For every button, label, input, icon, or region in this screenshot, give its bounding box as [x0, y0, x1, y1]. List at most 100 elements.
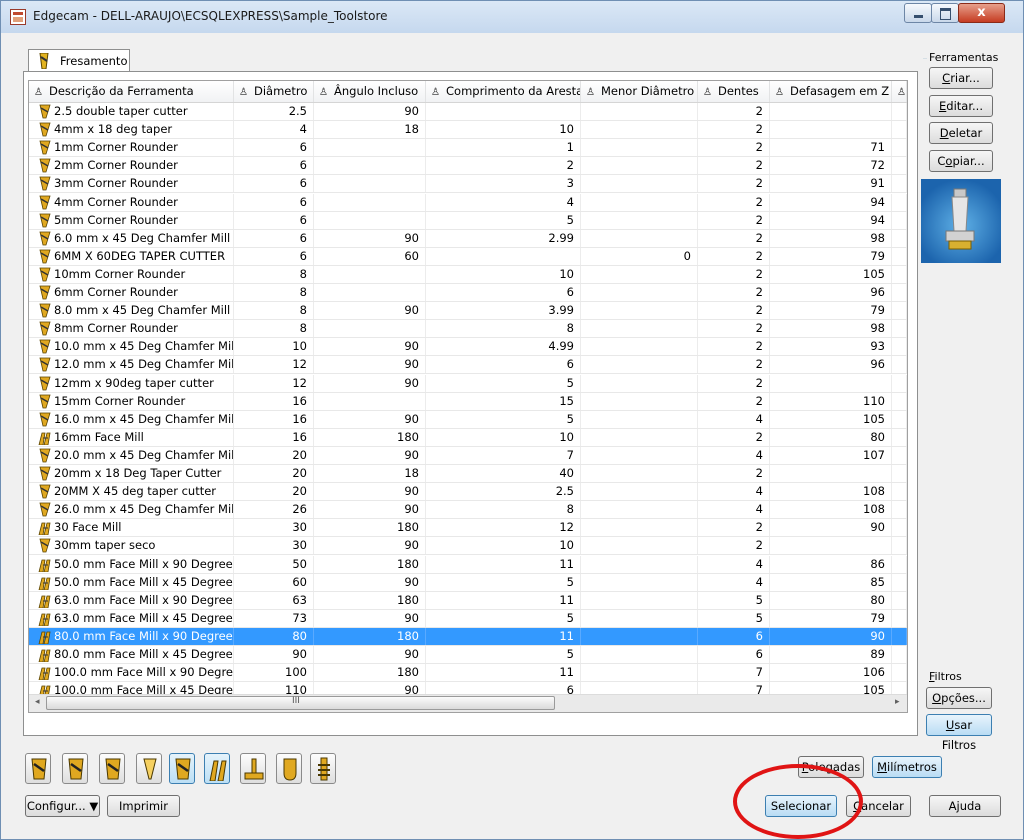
cell-z: [770, 374, 892, 392]
column-header-diameter[interactable]: ♙ Diâmetro: [234, 81, 314, 102]
cell-ang: 180: [314, 519, 426, 537]
tool-type-button[interactable]: [62, 753, 88, 784]
tab-fresamento[interactable]: Fresamento: [28, 49, 130, 71]
table-row[interactable]: 50.0 mm Face Mill x 90 Degree 50 180 11 4 86: [29, 555, 907, 574]
sort-icon: ♙: [431, 87, 440, 98]
tool-type-button[interactable]: [310, 753, 336, 784]
tool-type-button[interactable]: [25, 753, 51, 784]
table-row[interactable]: 3mm Corner Rounder 6 3 2 91: [29, 175, 907, 194]
configure-dropdown[interactable]: Configur... ▼: [25, 795, 100, 817]
table-row[interactable]: 5mm Corner Rounder 6 5 2 94: [29, 211, 907, 230]
title-bar[interactable]: Edgecam - DELL-ARAUJO\ECSQLEXPRESS\Sampl…: [1, 1, 1023, 33]
close-button[interactable]: x: [958, 3, 1005, 23]
table-row[interactable]: 4mm x 18 deg taper 4 18 10 2: [29, 121, 907, 140]
cell-diam: 8: [234, 265, 314, 283]
scroll-thumb[interactable]: III: [46, 696, 555, 710]
column-header-z-offset[interactable]: ♙ Defasagem em Z: [770, 81, 892, 102]
sort-icon: ♙: [703, 87, 712, 98]
table-row[interactable]: 30 Face Mill 30 180 12 2 90: [29, 519, 907, 538]
table-row[interactable]: 80.0 mm Face Mill x 45 Degree 90 90 5 6 89: [29, 646, 907, 664]
copy-button[interactable]: Copiar...: [929, 150, 993, 172]
tool-type-button[interactable]: [169, 753, 195, 784]
tool-table[interactable]: ♙ Descrição da Ferramenta ♙ Diâmetro ♙ Ângu…: [28, 80, 908, 713]
cell-comp: 6: [426, 356, 581, 374]
cell-menor: [581, 609, 698, 627]
column-header-edge-length[interactable]: ♙ Comprimento da Aresta: [426, 81, 581, 102]
table-row[interactable]: 30mm taper seco 30 90 10 2: [29, 537, 907, 556]
table-row[interactable]: 16mm Face Mill 16 180 10 2 80: [29, 428, 907, 447]
table-row[interactable]: 12.0 mm x 45 Deg Chamfer Mill 12 90 6 2 96: [29, 356, 907, 375]
table-row[interactable]: 63.0 mm Face Mill x 90 Degree 63 180 11 5 80: [29, 591, 907, 610]
tab-label: Fresamento: [60, 54, 128, 68]
table-row[interactable]: 10mm Corner Rounder 8 10 2 105: [29, 265, 907, 284]
table-row[interactable]: 50.0 mm Face Mill x 45 Degree 60 90 5 4 85: [29, 573, 907, 592]
tool-name: 16mm Face Mill: [54, 429, 144, 444]
table-row[interactable]: 6mm Corner Rounder 8 6 2 96: [29, 284, 907, 302]
table-row[interactable]: 16.0 mm x 45 Deg Chamfer Mill 16 90 5 4 105: [29, 410, 907, 429]
horizontal-scrollbar[interactable]: ◂ III ▸: [29, 694, 907, 712]
cell-comp: 10: [426, 121, 581, 139]
table-row[interactable]: 8.0 mm x 45 Deg Chamfer Mill 8 90 3.99 2 79: [29, 302, 907, 321]
table-row[interactable]: 80.0 mm Face Mill x 90 Degree 80 180 11 6 90: [29, 627, 907, 646]
tool-name: 80.0 mm Face Mill x 90 Degree: [54, 628, 233, 643]
taper-cutter-icon: [38, 412, 51, 427]
table-row[interactable]: 4mm Corner Rounder 6 4 2 94: [29, 193, 907, 212]
use-filters-button[interactable]: Usar Filtros: [926, 714, 992, 752]
cell-diam: 6: [234, 229, 314, 247]
cell-name: 6.0 mm x 45 Deg Chamfer Mill: [29, 229, 234, 247]
cell-menor: [581, 519, 698, 537]
table-row[interactable]: 26.0 mm x 45 Deg Chamfer Mill 26 90 8 4 108: [29, 501, 907, 520]
column-header-angle[interactable]: ♙ Ângulo Incluso: [314, 81, 426, 102]
column-header-teeth[interactable]: ♙ Dentes: [698, 81, 770, 102]
minimize-button[interactable]: [904, 3, 932, 23]
cell-z: 106: [770, 664, 892, 682]
cell-ang: 180: [314, 591, 426, 609]
print-button[interactable]: Imprimir: [107, 795, 180, 817]
table-row[interactable]: 12mm x 90deg taper cutter 12 90 5 2: [29, 374, 907, 393]
tool-type-button[interactable]: [276, 753, 302, 784]
cell-dentes: 4: [698, 483, 770, 501]
cell-dentes: 2: [698, 229, 770, 247]
taper-cutter-icon: [38, 376, 51, 391]
table-row[interactable]: 20.0 mm x 45 Deg Chamfer Mill 20 90 7 4 107: [29, 446, 907, 465]
tool-type-button[interactable]: [204, 753, 230, 784]
column-header-description[interactable]: ♙ Descrição da Ferramenta: [29, 81, 234, 102]
cell-name: 20mm x 18 Deg Taper Cutter: [29, 465, 234, 482]
table-row[interactable]: 8mm Corner Rounder 8 8 2 98: [29, 320, 907, 339]
maximize-button[interactable]: [931, 3, 959, 23]
table-row[interactable]: 63.0 mm Face Mill x 45 Degree 73 90 5 5 79: [29, 609, 907, 628]
delete-button[interactable]: Deletar: [929, 122, 993, 144]
table-row[interactable]: 20mm x 18 Deg Taper Cutter 20 18 40 2: [29, 465, 907, 483]
taper-cutter-icon: [38, 231, 51, 246]
table-row[interactable]: 6.0 mm x 45 Deg Chamfer Mill 6 90 2.99 2 98: [29, 229, 907, 248]
cell-diam: 20: [234, 446, 314, 464]
table-row[interactable]: 2.5 double taper cutter 2.5 90 2: [29, 103, 907, 121]
table-row[interactable]: 100.0 mm Face Mill x 90 Degree 100 180 11 7 1…: [29, 664, 907, 683]
table-row[interactable]: 15mm Corner Rounder 16 15 2 110: [29, 392, 907, 411]
cell-dentes: 4: [698, 555, 770, 573]
table-row[interactable]: 10.0 mm x 45 Deg Chamfer Mill 10 90 4.99 2 93: [29, 338, 907, 357]
scroll-right-icon[interactable]: ▸: [895, 697, 900, 707]
cell-comp: 2.5: [426, 483, 581, 501]
column-header-min-diameter[interactable]: ♙ Menor Diâmetro: [581, 81, 698, 102]
options-button[interactable]: Opções...: [926, 687, 992, 709]
help-button[interactable]: Ajuda: [929, 795, 1001, 817]
cell-name: 20.0 mm x 45 Deg Chamfer Mill: [29, 446, 234, 464]
tool-type-button[interactable]: [99, 753, 125, 784]
column-header-overflow[interactable]: ♙: [892, 81, 907, 102]
cell-z: 94: [770, 193, 892, 211]
create-button[interactable]: Criar...: [929, 67, 993, 89]
cell-menor: [581, 229, 698, 247]
edit-button[interactable]: Editar...: [929, 95, 993, 117]
millimeters-button[interactable]: Milímetros: [872, 756, 942, 778]
cell-z: [770, 537, 892, 555]
table-row[interactable]: 20MM X 45 deg taper cutter 20 90 2.5 4 108: [29, 483, 907, 502]
cell-diam: 6: [234, 211, 314, 229]
table-row[interactable]: 2mm Corner Rounder 6 2 2 72: [29, 157, 907, 176]
scroll-left-icon[interactable]: ◂: [35, 697, 40, 707]
tool-type-button[interactable]: [240, 753, 266, 784]
cell-dentes: 2: [698, 374, 770, 392]
tool-type-button[interactable]: [136, 753, 162, 784]
table-row[interactable]: 6MM X 60DEG TAPER CUTTER 6 60 0 2 79: [29, 247, 907, 266]
table-row[interactable]: 1mm Corner Rounder 6 1 2 71: [29, 139, 907, 158]
